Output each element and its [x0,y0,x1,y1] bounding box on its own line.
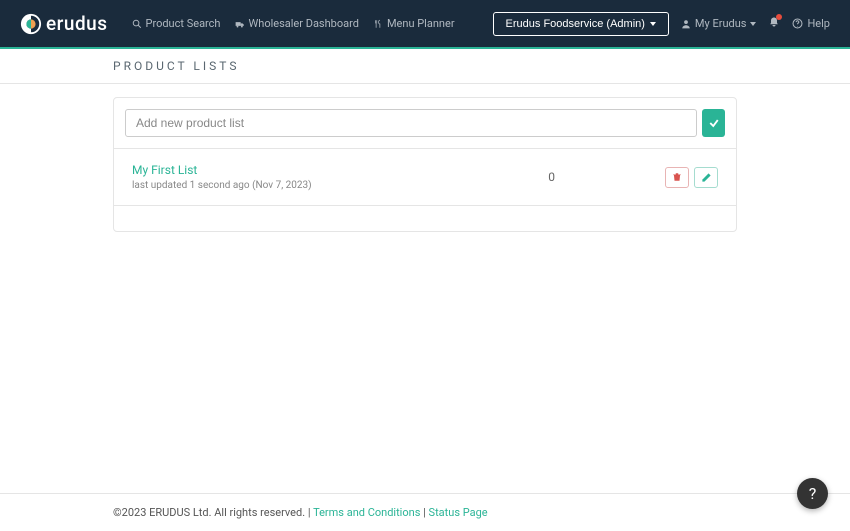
help-link[interactable]: Help [792,17,830,30]
list-item-count: 0 [548,170,555,184]
nav-menu-planner[interactable]: Menu Planner [369,13,459,34]
nav-wholesaler-dashboard[interactable]: Wholesaler Dashboard [231,13,363,34]
subheader: PRODUCT LISTS [0,49,850,84]
truck-icon [235,19,245,29]
search-icon [132,19,142,29]
product-lists-card: My First List last updated 1 second ago … [113,97,737,232]
navbar: erudus Product Search Wholesaler Dashboa… [0,0,850,49]
brand-logo[interactable]: erudus [20,12,108,35]
add-list-confirm-button[interactable] [702,109,725,137]
add-list-input-wrap [125,109,697,137]
utensils-icon [373,19,383,29]
edit-list-button[interactable] [694,167,718,188]
brand-text: erudus [46,12,108,35]
admin-dropdown[interactable]: Erudus Foodservice (Admin) [493,12,669,36]
caret-down-icon [750,22,756,26]
help-bubble-button[interactable]: ? [797,478,828,509]
nav-links: Product Search Wholesaler Dashboard Menu… [128,13,493,34]
list-row: My First List last updated 1 second ago … [114,149,736,206]
card-bottom-spacer [114,206,736,231]
list-name-link[interactable]: My First List [132,163,548,177]
add-list-input[interactable] [125,109,697,137]
check-icon [708,117,720,129]
delete-list-button[interactable] [665,167,689,188]
main-content: My First List last updated 1 second ago … [0,84,850,292]
my-erudus-dropdown[interactable]: My Erudus [681,17,757,30]
nav-product-search[interactable]: Product Search [128,13,225,34]
footer: ©2023 ERUDUS Ltd. All rights reserved. |… [0,493,850,531]
trash-icon [672,172,682,182]
footer-copyright: ©2023 ERUDUS Ltd. All rights reserved. [113,506,305,519]
page-title: PRODUCT LISTS [113,59,737,73]
notification-dot [776,14,782,20]
notifications-button[interactable] [768,16,780,32]
pencil-icon [701,172,712,183]
caret-down-icon [650,22,656,26]
list-meta: last updated 1 second ago (Nov 7, 2023) [132,180,548,191]
help-circle-icon [792,18,803,29]
add-list-row [114,98,736,149]
brand-icon [20,13,42,35]
user-icon [681,19,691,29]
list-actions [665,167,718,188]
nav-right: Erudus Foodservice (Admin) My Erudus Hel… [493,12,830,36]
footer-terms-link[interactable]: Terms and Conditions [313,506,420,519]
footer-status-link[interactable]: Status Page [429,506,488,519]
list-info: My First List last updated 1 second ago … [132,163,548,191]
